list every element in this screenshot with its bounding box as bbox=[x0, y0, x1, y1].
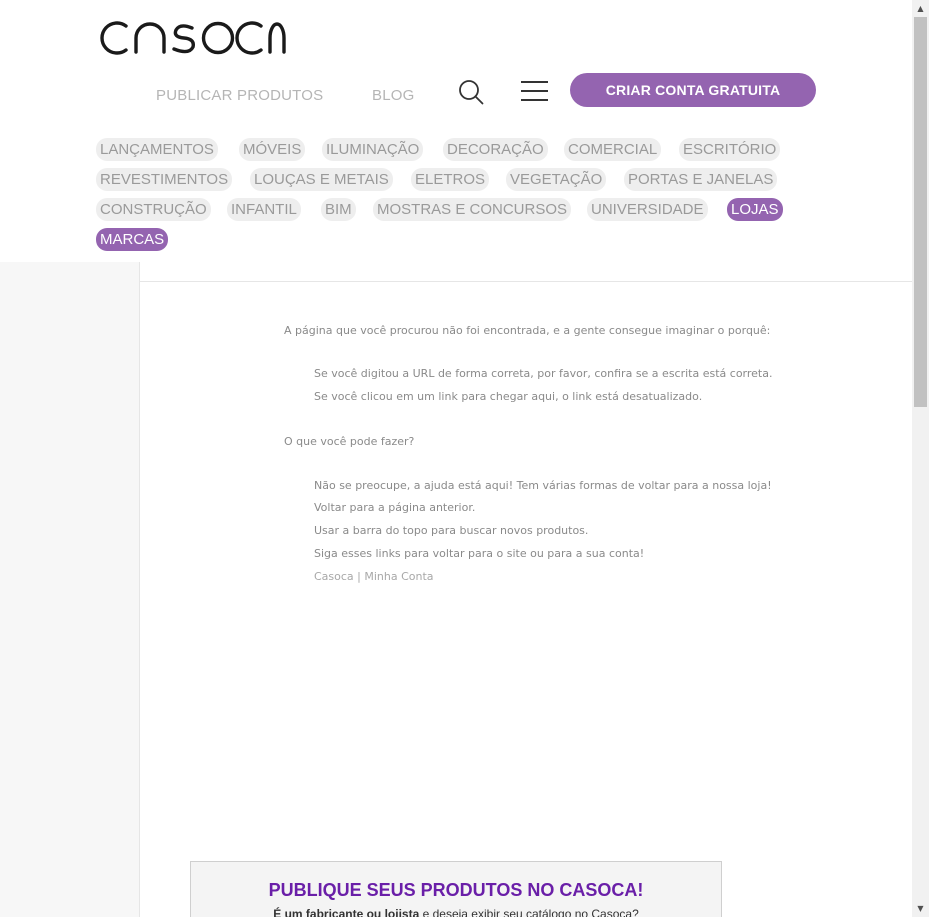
category-vegetacao[interactable]: VEGETAÇÃO bbox=[506, 168, 607, 191]
not-found-intro: A página que você procurou não foi encon… bbox=[284, 324, 771, 337]
help-links: Casoca | Minha Conta bbox=[314, 570, 434, 583]
category-mostras-e-concursos[interactable]: MOSTRAS E CONCURSOS bbox=[373, 198, 572, 221]
search-icon[interactable] bbox=[458, 79, 484, 105]
category-escritorio[interactable]: ESCRITÓRIO bbox=[679, 138, 781, 161]
action-item: Usar a barra do topo para buscar novos p… bbox=[314, 524, 589, 537]
category-iluminacao[interactable]: ILUMINAÇÃO bbox=[322, 138, 424, 161]
category-decoracao[interactable]: DECORAÇÃO bbox=[443, 138, 548, 161]
category-bim[interactable]: BIM bbox=[321, 198, 356, 221]
category-eletros[interactable]: ELETROS bbox=[411, 168, 490, 191]
category-revestimentos[interactable]: REVESTIMENTOS bbox=[96, 168, 233, 191]
promo-subtitle-rest: e deseja exibir seu catálogo no Casoca? bbox=[419, 907, 639, 917]
casoca-logo[interactable] bbox=[96, 20, 286, 56]
promo-subtitle: É um fabricante ou lojista e deseja exib… bbox=[191, 907, 721, 917]
promo-subtitle-bold: É um fabricante ou lojista bbox=[273, 907, 420, 917]
hamburger-menu-icon[interactable] bbox=[521, 80, 548, 102]
category-infantil[interactable]: INFANTIL bbox=[227, 198, 301, 221]
action-item: Não se preocupe, a ajuda está aqui! Tem … bbox=[314, 479, 772, 492]
action-item: Voltar para a página anterior. bbox=[314, 501, 476, 514]
scroll-up-arrow-icon[interactable]: ▲ bbox=[912, 0, 929, 17]
category-construcao[interactable]: CONSTRUÇÃO bbox=[96, 198, 211, 221]
category-marcas[interactable]: MARCAS bbox=[96, 228, 169, 251]
nav-publicar-produtos[interactable]: PUBLICAR PRODUTOS bbox=[156, 87, 323, 104]
publish-products-banner[interactable]: PUBLIQUE SEUS PRODUTOS NO CASOCA! É um f… bbox=[190, 861, 722, 917]
nav-blog[interactable]: BLOG bbox=[372, 87, 414, 104]
action-item: Siga esses links para voltar para o site… bbox=[314, 547, 645, 560]
casoca-link[interactable]: Casoca bbox=[314, 570, 354, 583]
promo-title: PUBLIQUE SEUS PRODUTOS NO CASOCA! bbox=[268, 880, 644, 900]
scroll-down-arrow-icon[interactable]: ▼ bbox=[912, 900, 929, 917]
what-to-do-title: O que você pode fazer? bbox=[284, 435, 415, 448]
page-scrollbar[interactable]: ▲ ▼ bbox=[912, 0, 929, 917]
scrollbar-thumb[interactable] bbox=[914, 17, 927, 407]
minha-conta-link[interactable]: Minha Conta bbox=[364, 570, 433, 583]
create-free-account-button[interactable]: CRIAR CONTA GRATUITA bbox=[570, 73, 816, 107]
reason-item: Se você clicou em um link para chegar aq… bbox=[314, 390, 703, 403]
left-sidebar bbox=[0, 262, 140, 917]
page: PUBLICAR PRODUTOS BLOG CRIAR CONTA GRATU… bbox=[0, 0, 912, 917]
category-universidade[interactable]: UNIVERSIDADE bbox=[587, 198, 708, 221]
category-lancamentos[interactable]: LANÇAMENTOS bbox=[96, 138, 218, 161]
category-portas-e-janelas[interactable]: PORTAS E JANELAS bbox=[624, 168, 778, 191]
category-lojas[interactable]: LOJAS bbox=[727, 198, 783, 221]
link-separator: | bbox=[353, 570, 365, 583]
category-moveis[interactable]: MÓVEIS bbox=[239, 138, 306, 161]
category-loucas-e-metais[interactable]: LOUÇAS E METAIS bbox=[250, 168, 393, 191]
category-comercial[interactable]: COMERCIAL bbox=[564, 138, 662, 161]
reason-item: Se você digitou a URL de forma correta, … bbox=[314, 367, 773, 380]
